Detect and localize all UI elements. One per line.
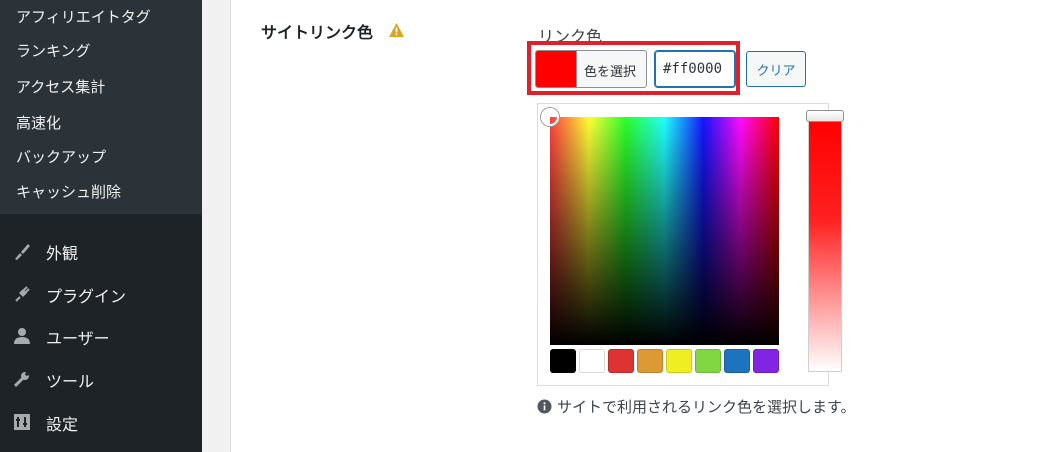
submenu-item-ranking[interactable]: ランキング (16, 40, 91, 61)
wrench-icon (13, 372, 29, 388)
palette-swatch-black[interactable] (550, 349, 576, 373)
select-color-button[interactable]: 色を選択 (535, 50, 647, 88)
color-square[interactable] (550, 117, 779, 345)
sidebar-item-users[interactable]: ユーザー (0, 316, 202, 356)
settings-icon (14, 414, 30, 430)
sidebar-item-label: ユーザー (46, 329, 110, 348)
sidebar-item-settings[interactable]: 設定 (0, 402, 202, 442)
sidebar-item-label: ツール (46, 372, 95, 391)
saturation-slider-handle[interactable] (806, 110, 844, 122)
clear-button[interactable]: クリア (746, 51, 806, 87)
sidebar-item-appearance[interactable]: 外観 (0, 231, 202, 271)
plugin-icon (15, 286, 30, 302)
palette-swatch-purple[interactable] (753, 349, 779, 373)
palette-swatch-green[interactable] (695, 349, 721, 373)
user-icon (14, 328, 30, 344)
current-color-swatch (536, 51, 577, 87)
sidebar-item-label: プラグイン (46, 287, 127, 306)
palette-swatch-yellow[interactable] (666, 349, 692, 373)
color-picker (537, 103, 844, 386)
sidebar-item-label: 外観 (46, 244, 79, 263)
info-icon (537, 399, 552, 414)
sidebar-item-label: 設定 (46, 415, 79, 434)
palette-swatch-red[interactable] (608, 349, 634, 373)
color-square-handle[interactable] (541, 108, 559, 126)
settings-content: サイトリンク色 リンク色 色を選択 クリア サイトで利用されるリンク色を選択しま… (230, 0, 1055, 452)
submenu-item-speedup[interactable]: 高速化 (16, 112, 61, 133)
settings-submenu: アフィリエイトタグ ランキング アクセス集計 高速化 バックアップ キャッシュ削… (0, 0, 202, 214)
sidebar-item-tools[interactable]: ツール (0, 359, 202, 399)
setting-title: サイトリンク色 (261, 23, 374, 42)
help-text: サイトで利用されるリンク色を選択します。 (557, 398, 856, 416)
palette-swatch-blue[interactable] (724, 349, 750, 373)
submenu-item-backup[interactable]: バックアップ (16, 146, 106, 167)
select-color-label: 色を選択 (584, 65, 637, 80)
paintbrush-icon (15, 244, 30, 260)
hex-color-input[interactable] (654, 50, 736, 88)
palette-swatch-orange[interactable] (637, 349, 663, 373)
palette-swatch-white[interactable] (579, 349, 605, 373)
submenu-item-affiliate-tag[interactable]: アフィリエイトタグ (16, 6, 151, 27)
submenu-item-clear-cache[interactable]: キャッシュ削除 (16, 181, 121, 202)
saturation-slider[interactable] (808, 117, 842, 372)
sidebar-item-plugins[interactable]: プラグイン (0, 274, 202, 314)
warning-icon (389, 23, 404, 37)
submenu-item-access-stats[interactable]: アクセス集計 (16, 76, 105, 97)
admin-sidebar: アフィリエイトタグ ランキング アクセス集計 高速化 バックアップ キャッシュ削… (0, 0, 202, 452)
